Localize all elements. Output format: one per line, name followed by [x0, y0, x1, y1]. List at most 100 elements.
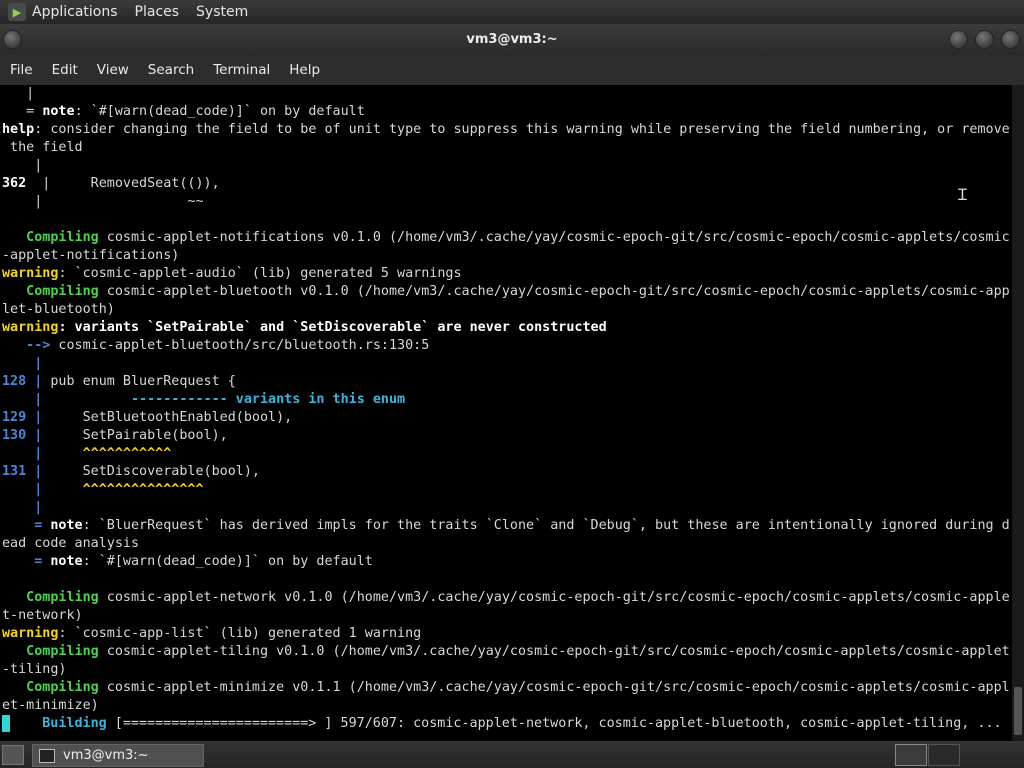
menu-places[interactable]: Places — [135, 4, 180, 20]
terminal-text: : `BluerRequest` has derived impls for t… — [82, 518, 1010, 533]
terminal-text: cosmic-applet-tiling v0.1.0 (/home/vm3/.… — [98, 644, 1010, 659]
terminal-line: Compiling cosmic-applet-bluetooth v0.1.0… — [0, 283, 1012, 301]
terminal-text: : `#[warn(dead_code)]` on by default — [74, 104, 365, 119]
close-icon[interactable] — [1002, 31, 1019, 48]
terminal-line: warning: variants `SetPairable` and `Set… — [0, 319, 1012, 337]
menu-edit[interactable]: Edit — [52, 62, 78, 78]
terminal-text: ------------ variants in this enum — [131, 392, 406, 407]
terminal-text: | ~~ — [2, 194, 204, 209]
terminal-text: [=======================> ] 597/607: cos… — [106, 716, 1002, 731]
terminal-text: : variants `SetPairable` and `SetDiscove… — [58, 320, 607, 335]
terminal-text: Compiling — [2, 590, 99, 605]
menu-view[interactable]: View — [97, 62, 129, 78]
terminal-line: = note: `#[warn(dead_code)]` on by defau… — [0, 553, 1012, 571]
bottom-panel: vm3@vm3:~ — [0, 741, 1024, 768]
terminal-text: warning — [2, 320, 59, 335]
terminal-text: cosmic-applet-bluetooth v0.1.0 (/home/vm… — [98, 284, 1010, 299]
terminal-text: | — [2, 392, 43, 407]
terminal-line: = note: `BluerRequest` has derived impls… — [0, 517, 1012, 535]
terminal-text: = — [2, 518, 43, 533]
terminal-line: Compiling cosmic-applet-network v0.1.0 (… — [0, 589, 1012, 607]
terminal-line: Building [=======================> ] 597… — [0, 715, 1012, 733]
terminal-text: SetPairable(bool), — [42, 428, 228, 443]
terminal-line: the field — [0, 139, 1012, 157]
terminal-line: 128 | pub enum BluerRequest { — [0, 373, 1012, 391]
menu-system[interactable]: System — [196, 4, 248, 20]
minimize-icon[interactable] — [950, 31, 967, 48]
terminal-line: let-bluetooth) — [0, 301, 1012, 319]
terminal-line: = note: `#[warn(dead_code)]` on by defau… — [0, 103, 1012, 121]
terminal-text: 130 — [2, 428, 27, 443]
terminal-text: --> — [2, 338, 51, 353]
terminal-text: | — [2, 356, 43, 371]
show-desktop-icon[interactable] — [2, 745, 24, 765]
terminal-text: note — [42, 104, 75, 119]
terminal-text: : `#[warn(dead_code)]` on by default — [82, 554, 373, 569]
terminal-line: ead code analysis — [0, 535, 1012, 553]
terminal-text: SetBluetoothEnabled(bool), — [42, 410, 293, 425]
workspace-1[interactable] — [895, 744, 927, 766]
terminal-line: Compiling cosmic-applet-tiling v0.1.0 (/… — [0, 643, 1012, 661]
terminal-line: | ^^^^^^^^^^^^^^^ — [0, 481, 1012, 499]
terminal-text: ^^^^^^^^^^^ — [82, 446, 172, 461]
terminal-text: | — [2, 158, 43, 173]
terminal-line: | — [0, 85, 1012, 103]
menu-file[interactable]: File — [10, 62, 33, 78]
menu-help[interactable]: Help — [289, 62, 320, 78]
terminal-line: | ------------ variants in this enum — [0, 391, 1012, 409]
terminal-text: 362 — [2, 176, 27, 191]
maximize-icon[interactable] — [976, 31, 993, 48]
menu-terminal[interactable]: Terminal — [213, 62, 270, 78]
terminal-text: | — [2, 500, 43, 515]
terminal-line: -tiling) — [0, 661, 1012, 679]
text-cursor-icon: Ɪ — [958, 185, 967, 204]
terminal-text: cosmic-applet-bluetooth/src/bluetooth.rs… — [50, 338, 430, 353]
terminal-text: | — [26, 374, 43, 389]
terminal-line: -applet-notifications) — [0, 247, 1012, 265]
terminal-text: et-minimize) — [2, 698, 99, 713]
terminal-line: | ~~ — [0, 193, 1012, 211]
terminal-cursor — [2, 715, 10, 732]
terminal-scrollbar[interactable] — [1012, 85, 1024, 741]
window-title: vm3@vm3:~ — [466, 32, 558, 47]
terminal-line: warning: `cosmic-app-list` (lib) generat… — [0, 625, 1012, 643]
scrollbar-thumb[interactable] — [1014, 687, 1022, 735]
terminal-text: : consider changing the field to be of u… — [34, 122, 1010, 137]
terminal-text: cosmic-applet-network v0.1.0 (/home/vm3/… — [98, 590, 1010, 605]
menu-applications[interactable]: Applications — [32, 4, 118, 20]
terminal-text: let-bluetooth) — [2, 302, 115, 317]
terminal-text: = — [2, 554, 43, 569]
terminal-text: | — [2, 86, 35, 101]
applications-menu-icon[interactable]: ▶ — [8, 3, 26, 21]
terminal-text: = — [2, 104, 43, 119]
terminal-text: the field — [2, 140, 83, 155]
taskbar-terminal-button[interactable]: vm3@vm3:~ — [32, 744, 204, 767]
terminal-text: 131 — [2, 464, 27, 479]
terminal-text: | — [26, 428, 43, 443]
terminal-line: 131 | SetDiscoverable(bool), — [0, 463, 1012, 481]
terminal-text: SetDiscoverable(bool), — [42, 464, 260, 479]
terminal-text: | — [26, 410, 43, 425]
terminal-output[interactable]: | = note: `#[warn(dead_code)]` on by def… — [0, 85, 1012, 741]
terminal-text: pub enum BluerRequest { — [42, 374, 236, 389]
terminal-text: warning — [2, 626, 59, 641]
terminal-line: 362 | RemovedSeat(()), — [0, 175, 1012, 193]
terminal-text: | RemovedSeat(()), — [26, 176, 220, 191]
menu-search[interactable]: Search — [148, 62, 194, 78]
terminal-text: note — [42, 518, 83, 533]
terminal-text: | — [2, 446, 43, 461]
terminal-text: -tiling) — [2, 662, 67, 677]
window-titlebar[interactable]: vm3@vm3:~ — [0, 24, 1024, 55]
terminal-text: Building — [10, 716, 107, 731]
terminal-line: t-network) — [0, 607, 1012, 625]
terminal-line: | ^^^^^^^^^^^ — [0, 445, 1012, 463]
terminal-line: warning: `cosmic-applet-audio` (lib) gen… — [0, 265, 1012, 283]
workspace-2[interactable] — [928, 744, 960, 766]
terminal-line: --> cosmic-applet-bluetooth/src/bluetoot… — [0, 337, 1012, 355]
taskbar-task-label: vm3@vm3:~ — [63, 748, 149, 763]
terminal-text: cosmic-applet-minimize v0.1.1 (/home/vm3… — [98, 680, 1010, 695]
